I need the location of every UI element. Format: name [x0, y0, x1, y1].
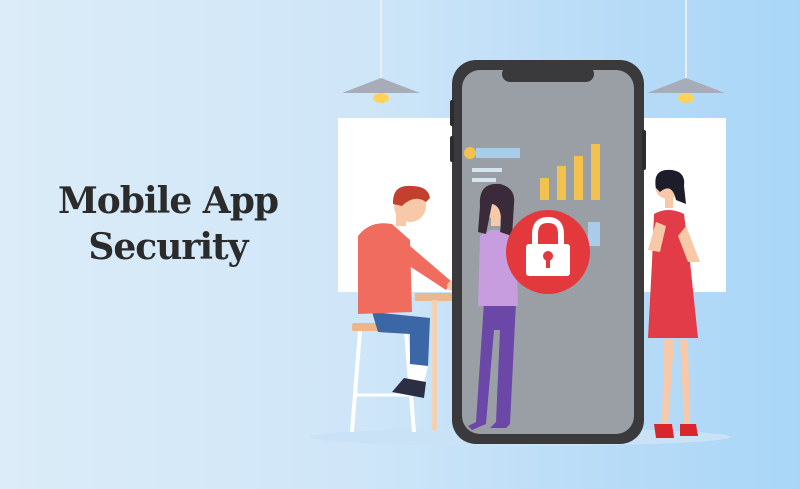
stool-left	[350, 323, 416, 433]
padlock-icon	[506, 210, 590, 294]
hanging-lamp-right	[647, 0, 725, 103]
banner: Mobile App Security	[0, 0, 800, 489]
security-illustration	[310, 0, 730, 446]
hanging-lamp-left	[342, 0, 420, 103]
